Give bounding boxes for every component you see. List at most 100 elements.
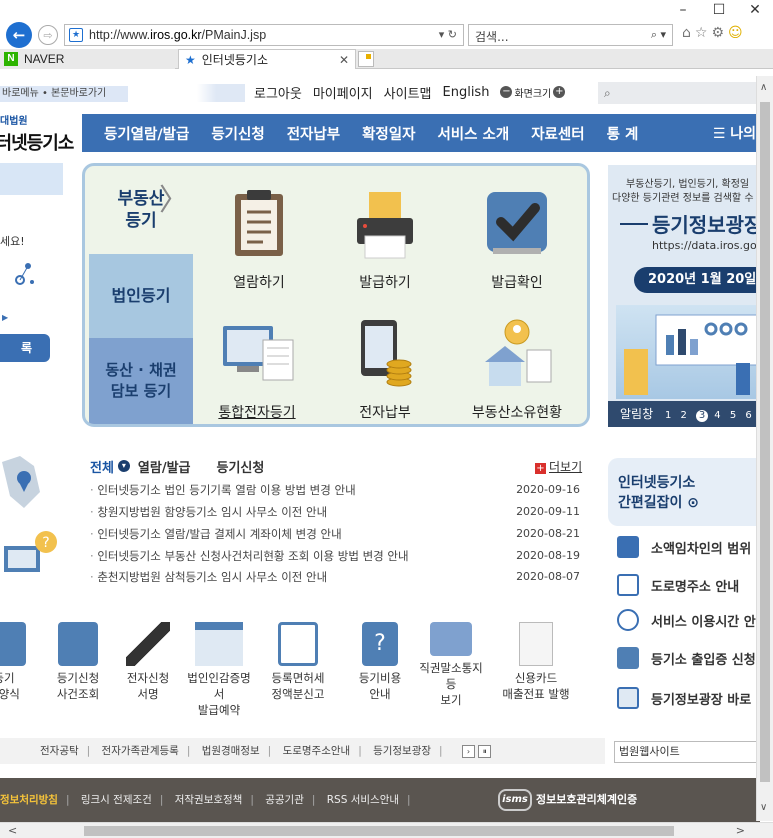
notice-tab-view-issue[interactable]: 열람/발급 <box>138 457 191 476</box>
refresh-icon[interactable]: ▾ ↻ <box>439 28 457 41</box>
maximize-button[interactable]: ☐ <box>701 2 737 22</box>
quick-link-road-address[interactable]: 도로명주소 안내 <box>617 572 773 598</box>
gnb-item[interactable]: 자료센터 <box>531 123 584 144</box>
feedback-smiley-icon[interactable]: ☺ <box>728 25 747 41</box>
service-ownership-status[interactable]: 부동산소유현황 <box>457 316 577 422</box>
quick-link-small-tenant[interactable]: 소액임차인의 범위 <box>617 534 773 560</box>
quick-icon-card-receipt[interactable]: 신용카드 매출전표 발행 <box>500 622 572 702</box>
notice-tab-all[interactable]: 전체 <box>90 457 114 476</box>
quick-icon-forms[interactable]: 등기 청양식 <box>0 622 40 702</box>
scroll-right-icon[interactable]: > <box>736 824 745 837</box>
quick-icon-cancellation-notice[interactable]: 직권말소통지등 보기 <box>415 622 487 708</box>
privacy-policy-link[interactable]: 정보처리방침 <box>0 794 58 806</box>
promo-banner[interactable]: 부동산등기, 법인등기, 확정일 다양한 등기관련 정보를 검색할 수 등기정보… <box>608 165 773 427</box>
footer-policy-link[interactable]: 공공기관 <box>265 794 304 806</box>
service-verify[interactable]: 발급확인 <box>457 186 577 292</box>
address-bar[interactable]: ★ http://www.iros.go.kr/PMainJ.jsp ▾ ↻ <box>64 24 464 46</box>
minimize-button[interactable]: – <box>665 2 701 22</box>
banner-page-button[interactable]: 6 <box>745 410 754 421</box>
court-sites-select[interactable]: 법원웹사이트 <box>614 741 759 763</box>
search-icon[interactable]: ⌕ ▾ <box>651 28 666 42</box>
footer-policy-link[interactable]: RSS 서비스안내 <box>327 794 399 806</box>
quick-icon-fee-guide[interactable]: ? 등기비용 안내 <box>344 622 416 702</box>
horizontal-scroll-thumb[interactable] <box>84 826 674 836</box>
scroll-up-icon[interactable]: ∧ <box>760 82 767 93</box>
more-link[interactable]: 더보기 <box>535 458 582 475</box>
tab-close-icon[interactable]: ✕ <box>339 53 349 67</box>
site-search-input[interactable]: ⌕ <box>598 82 758 104</box>
quick-link-service-hours[interactable]: 서비스 이용시간 안 <box>617 607 773 633</box>
pause-icon[interactable]: ⏸ <box>478 744 492 758</box>
notice-tab-application[interactable]: 등기신청 <box>217 457 265 476</box>
quick-icon-seal-reservation[interactable]: 법인인감증명서 발급예약 <box>183 622 255 718</box>
notice-item[interactable]: 창원지방법원 함양등기소 임시 사무소 이전 안내2020-09-11 <box>90 503 580 521</box>
new-tab-button[interactable] <box>358 51 374 67</box>
quick-link-data-plaza[interactable]: 등기정보광장 바로 <box>617 685 773 711</box>
favorites-star-icon[interactable]: ☆ <box>695 25 712 41</box>
vertical-scroll-thumb[interactable] <box>760 102 770 782</box>
vertical-scrollbar[interactable]: ∧ ∨ <box>756 76 773 821</box>
close-window-button[interactable]: ✕ <box>737 2 773 22</box>
gnb-item[interactable]: 등기신청 <box>211 123 264 144</box>
notice-item[interactable]: 인터넷등기소 열람/발급 결제시 계좌이체 변경 안내2020-08-21 <box>90 525 580 543</box>
settings-gear-icon[interactable]: ⚙ <box>711 25 728 41</box>
clock-icon <box>617 609 639 631</box>
guide-line1: 인터넷등기소 <box>618 475 696 491</box>
chevron-down-icon[interactable]: ▾ <box>117 460 130 472</box>
tab-naver[interactable]: N NAVER <box>0 49 175 69</box>
sitemap-link[interactable]: 사이트맵 <box>384 83 432 102</box>
tab-iros[interactable]: ★ 인터넷등기소 ✕ <box>178 49 356 69</box>
footer-link[interactable]: 법원경매정보 <box>202 745 260 757</box>
logout-link[interactable]: 로그아웃 <box>254 83 302 102</box>
tab-movable-assets[interactable]: 동산 · 채권 담보 등기 <box>89 338 193 424</box>
banner-page-button[interactable]: 2 <box>681 410 690 421</box>
footer-policy-link[interactable]: 링크시 전제조건 <box>81 794 152 806</box>
quick-icon-license-tax[interactable]: 등록면허세 정액분신고 <box>262 622 334 702</box>
zoom-in-button[interactable]: + <box>553 86 566 98</box>
footer-link[interactable]: 등기정보광장 <box>373 745 431 757</box>
banner-page-button[interactable]: 1 <box>665 410 674 421</box>
back-button[interactable]: ← <box>6 22 32 48</box>
quick-icon-case-inquiry[interactable]: 등기신청 사건조회 <box>42 622 114 702</box>
notice-item[interactable]: 인터넷등기소 부동산 신청사건처리현황 조회 이용 방법 변경 안내2020-0… <box>90 547 580 565</box>
all-menu-button[interactable]: ☰ 나의 <box>713 123 758 143</box>
notice-item[interactable]: 춘천지방법원 삼척등기소 임시 사무소 이전 안내2020-08-07 <box>90 568 580 586</box>
footer-link[interactable]: 도로명주소안내 <box>283 745 351 757</box>
gnb-item[interactable]: 통 계 <box>607 123 639 144</box>
mypage-link[interactable]: 마이페이지 <box>313 83 373 102</box>
skip-links[interactable]: 바로메뉴 • 본문바로가기 <box>0 86 128 102</box>
quick-link-access-pass[interactable]: 등기소 출입증 신청 <box>617 645 773 671</box>
gnb-item[interactable]: 전자납부 <box>287 123 340 144</box>
english-link[interactable]: English <box>443 85 490 100</box>
zoom-out-button[interactable]: − <box>500 86 513 98</box>
browser-search-input[interactable]: 검색... ⌕ ▾ <box>468 24 673 46</box>
scroll-left-icon[interactable]: < <box>8 824 17 837</box>
scroll-down-icon[interactable]: ∨ <box>760 802 767 813</box>
tab-real-estate[interactable]: 부동산 등기 〉 <box>89 170 193 254</box>
banner-page-current[interactable]: 3 <box>696 410 709 422</box>
footer-link[interactable]: 전자공탁 <box>40 745 79 757</box>
horizontal-scrollbar[interactable]: < > <box>0 822 773 838</box>
footer-link[interactable]: 전자가족관계등록 <box>102 745 179 757</box>
quick-icon-e-signature[interactable]: 전자신청 서명 <box>112 622 184 702</box>
banner-page-button[interactable]: 4 <box>714 410 723 421</box>
service-e-registration[interactable]: 통합전자등기 <box>197 316 317 422</box>
notice-item[interactable]: 인터넷등기소 법인 등기기록 열람 이용 방법 변경 안내2020-09-16 <box>90 481 580 499</box>
next-icon[interactable]: › <box>461 744 475 758</box>
site-logo[interactable]: 대법원 인터넷등기소 <box>0 112 80 154</box>
gnb-item[interactable]: 서비스 소개 <box>437 123 509 144</box>
service-view[interactable]: 열람하기 <box>199 186 319 292</box>
tab-corporate[interactable]: 법인등기 <box>89 254 193 338</box>
easy-guide-banner[interactable]: 인터넷등기소 간편길잡이 ⊙ <box>608 458 773 526</box>
service-e-payment[interactable]: 전자납부 <box>325 316 445 422</box>
left-panel-button[interactable]: 록 <box>0 334 50 362</box>
data-dashboard-illustration-icon <box>616 305 773 399</box>
forward-button[interactable]: ⇨ <box>38 25 58 45</box>
gnb-item[interactable]: 등기열람/발급 <box>104 123 189 144</box>
footer-policy-link[interactable]: 저작권보호정책 <box>175 794 243 806</box>
gnb-item[interactable]: 확정일자 <box>362 123 415 144</box>
site-search-icon[interactable]: ⌕ <box>604 86 611 100</box>
service-issue[interactable]: 발급하기 <box>325 186 445 292</box>
banner-page-button[interactable]: 5 <box>730 410 739 421</box>
home-icon[interactable]: ⌂ <box>682 25 695 41</box>
